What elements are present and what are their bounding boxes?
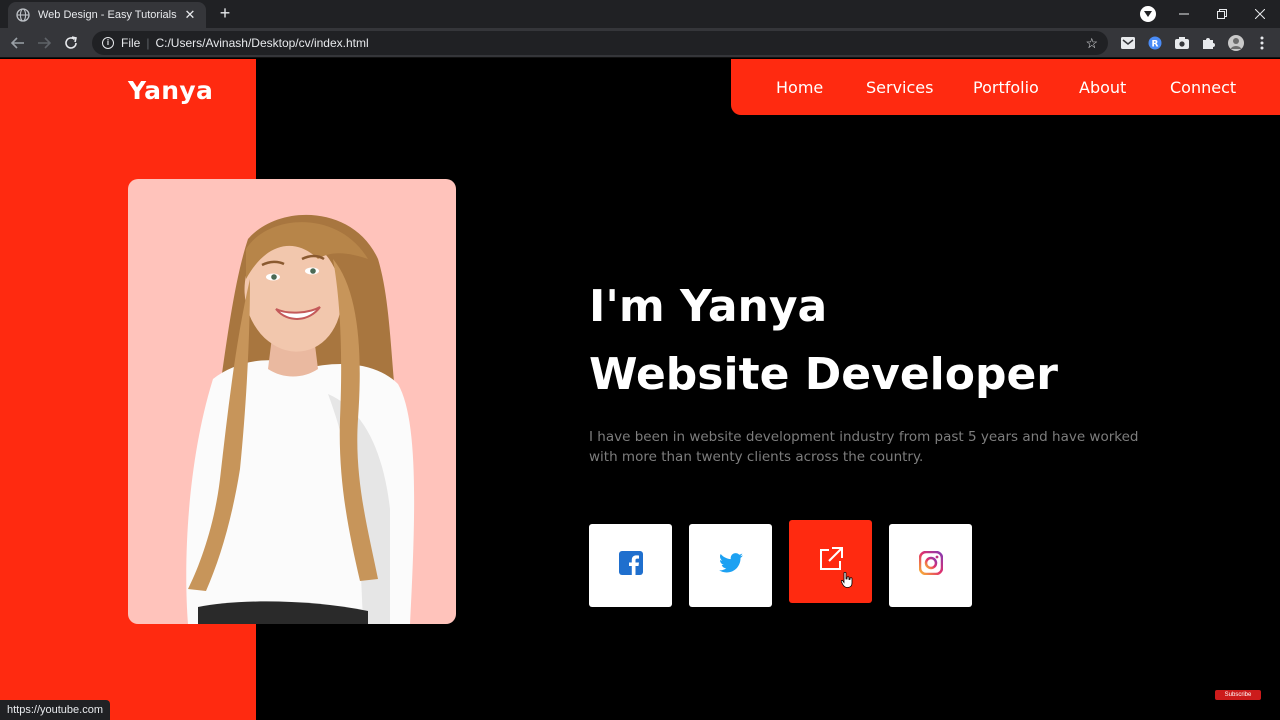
browser-tab[interactable]: Web Design - Easy Tutorials ✕ xyxy=(8,2,206,28)
media-control-icon[interactable] xyxy=(1140,6,1156,22)
gmail-extension-icon[interactable] xyxy=(1120,35,1136,51)
hero-description: I have been in website development indus… xyxy=(589,429,1139,465)
site-logo[interactable]: Yanya xyxy=(128,76,213,105)
tab-title: Web Design - Easy Tutorials xyxy=(38,9,177,21)
main-navigation: Home Services Portfolio About Connect xyxy=(731,59,1280,115)
instagram-icon xyxy=(918,550,943,580)
tab-strip: Web Design - Easy Tutorials ✕ + xyxy=(0,0,1280,28)
external-link-icon xyxy=(818,546,844,577)
instagram-button[interactable] xyxy=(889,524,972,607)
nav-services[interactable]: Services xyxy=(866,78,933,97)
camera-extension-icon[interactable] xyxy=(1174,35,1190,51)
profile-photo xyxy=(128,179,456,624)
minimize-window-button[interactable] xyxy=(1165,0,1203,28)
facebook-button[interactable] xyxy=(589,524,672,607)
status-bar-link: https://youtube.com xyxy=(0,700,110,720)
hand-cursor-icon xyxy=(840,571,853,593)
svg-text:R: R xyxy=(1152,40,1159,50)
nav-portfolio[interactable]: Portfolio xyxy=(973,78,1039,97)
close-tab-icon[interactable]: ✕ xyxy=(182,7,198,23)
extension-r-icon[interactable]: R xyxy=(1147,35,1163,51)
twitter-button[interactable] xyxy=(689,524,772,607)
new-tab-button[interactable]: + xyxy=(216,4,234,22)
profile-avatar[interactable] xyxy=(1228,35,1244,51)
twitter-icon xyxy=(718,553,743,578)
nav-connect[interactable]: Connect xyxy=(1170,78,1236,97)
hero-heading-name: I'm Yanya xyxy=(589,281,828,332)
bookmark-star-icon[interactable]: ☆ xyxy=(1085,35,1098,52)
browser-toolbar: i File | C:/Users/Avinash/Desktop/cv/ind… xyxy=(0,28,1280,58)
browser-menu-icon[interactable] xyxy=(1254,35,1270,51)
url-separator: | xyxy=(146,36,150,50)
globe-icon xyxy=(16,8,30,22)
external-link-button[interactable] xyxy=(789,520,872,603)
facebook-icon xyxy=(618,551,643,580)
url-scheme: File xyxy=(121,36,141,50)
forward-arrow-icon[interactable] xyxy=(35,34,53,52)
puzzle-extensions-icon[interactable] xyxy=(1200,35,1216,51)
nav-about[interactable]: About xyxy=(1079,78,1126,97)
reload-icon[interactable] xyxy=(62,34,80,52)
page-viewport: Yanya Home Services Portfolio About Conn… xyxy=(0,59,1280,720)
address-bar[interactable]: i File | C:/Users/Avinash/Desktop/cv/ind… xyxy=(92,31,1108,55)
hero-heading-role: Website Developer xyxy=(589,349,1059,400)
nav-home[interactable]: Home xyxy=(776,78,823,97)
info-icon[interactable]: i xyxy=(102,37,114,49)
url-text[interactable]: C:/Users/Avinash/Desktop/cv/index.html xyxy=(155,36,1085,50)
subscribe-badge[interactable]: Subscribe xyxy=(1215,690,1261,700)
restore-window-button[interactable] xyxy=(1203,0,1241,28)
back-arrow-icon[interactable] xyxy=(9,34,27,52)
close-window-button[interactable] xyxy=(1241,0,1279,28)
portrait-illustration xyxy=(186,214,415,624)
